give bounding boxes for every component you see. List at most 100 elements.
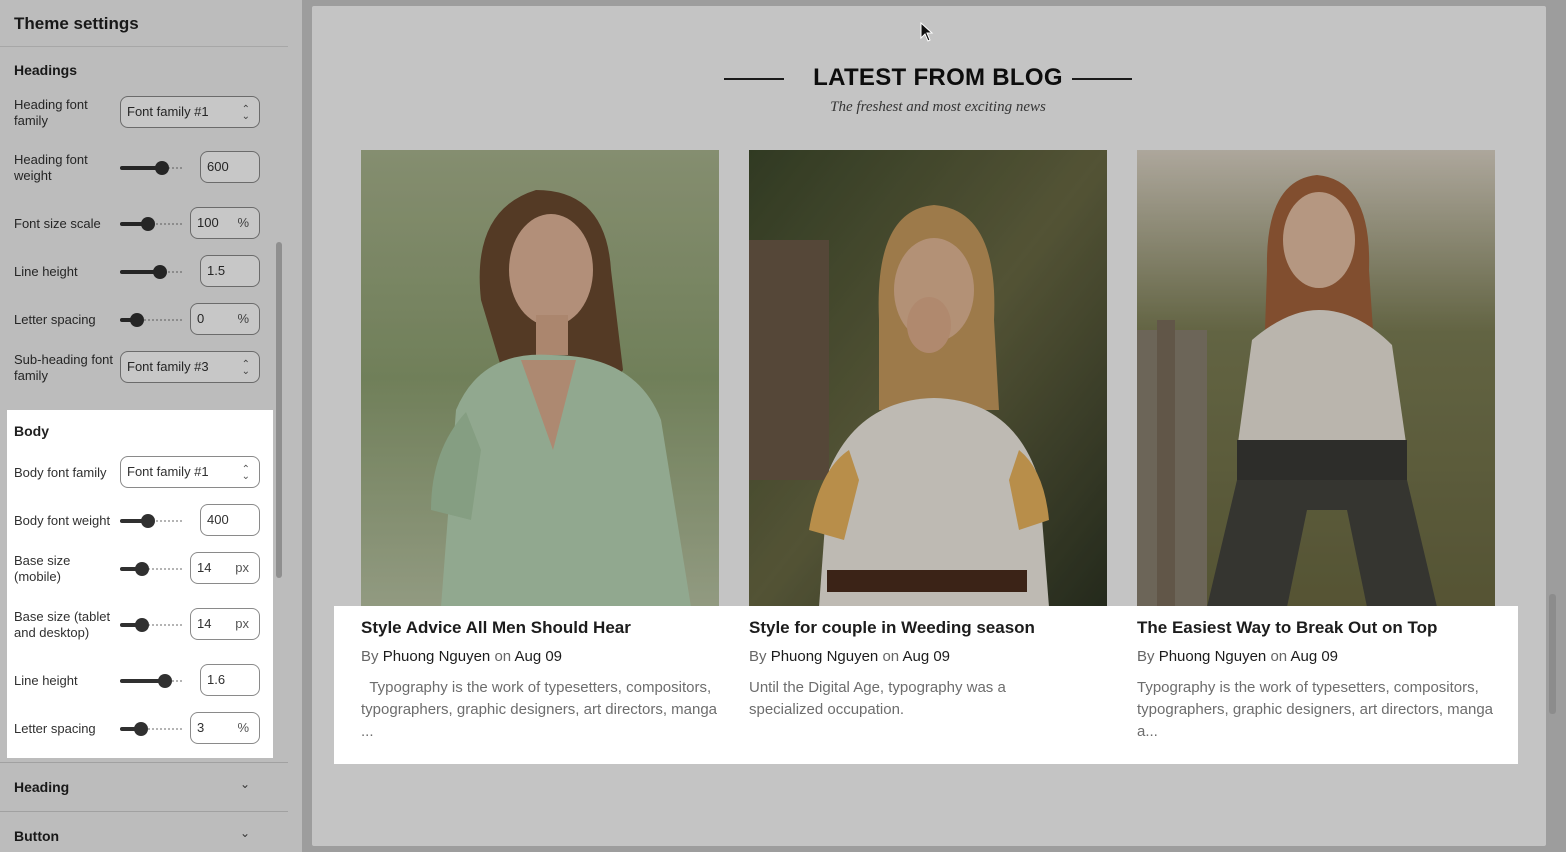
body-settings-panel: Body Body font family Font family #1 ⌃ ⌄ … (7, 410, 273, 758)
blog-post-meta: By Phuong Nguyen on Aug 09 (361, 648, 562, 665)
body-line-height-input[interactable]: 1.6 (200, 664, 260, 696)
heading-rule-right (1072, 78, 1132, 80)
base-size-desktop-input[interactable]: 14 px (190, 608, 260, 640)
base-size-mobile-label: Base size (mobile) (14, 553, 71, 584)
input-value: 1.5 (207, 263, 226, 278)
body-letter-spacing-input[interactable]: 3% (190, 712, 260, 744)
slider-thumb[interactable] (157, 674, 172, 688)
body-font-family-label: Body font family (14, 465, 107, 480)
slider-thumb[interactable] (155, 161, 170, 175)
post-date: Aug 09 (1290, 648, 1339, 665)
base-size-desktop-label: Base size (tablet and desktop) (14, 609, 111, 640)
post-date: Aug 09 (514, 648, 563, 665)
theme-settings-sidebar: Theme settings Headings Heading font fam… (0, 0, 302, 852)
heading-font-weight-label: Heading font weight (14, 152, 88, 183)
font-size-scale-input[interactable]: 100% (190, 207, 260, 239)
headings-section-title: Headings (14, 62, 78, 78)
blog-post-excerpt: Typography is the work of typesetters, c… (361, 679, 722, 740)
base-size-mobile-slider[interactable] (120, 562, 182, 576)
font-size-scale-slider[interactable] (120, 217, 182, 231)
heading-collapsible-section[interactable]: Heading ⌄ (0, 762, 288, 811)
blog-section-subtitle: The freshest and most exciting news (830, 99, 1046, 115)
slider-thumb[interactable] (140, 514, 155, 528)
sidebar-scrollbar[interactable] (276, 242, 282, 578)
heading-font-family-select[interactable]: Font family #1 ⌃ ⌄ (120, 96, 260, 128)
base-size-desktop-slider[interactable] (120, 618, 182, 632)
divider (0, 46, 288, 47)
blog-post-title[interactable]: The Easiest Way to Break Out on Top (1137, 618, 1437, 638)
heading-line-height-row: Line height 1.5 (14, 255, 260, 289)
blog-post-image-1[interactable] (361, 150, 719, 607)
slider-thumb[interactable] (134, 562, 149, 576)
body-font-weight-row: Body font weight 400 (14, 504, 260, 538)
body-font-weight-input[interactable]: 400 (200, 504, 260, 536)
slider-thumb[interactable] (134, 618, 149, 632)
heading-letter-spacing-label: Letter spacing (14, 312, 96, 327)
input-value: 3 (197, 720, 205, 735)
body-line-height-label: Line height (14, 673, 78, 688)
chevron-down-icon: ⌄ (239, 777, 250, 791)
blog-post-meta: By Phuong Nguyen on Aug 09 (749, 648, 950, 665)
by-label: By (1137, 648, 1155, 665)
input-value: 14 (197, 616, 212, 631)
by-label: By (361, 648, 379, 665)
body-font-weight-label: Body font weight (14, 513, 111, 528)
photo-woman-green-dress (361, 150, 719, 607)
blog-cards-text-panel: Style Advice All Men Should Hear By Phuo… (334, 606, 1518, 764)
on-label: on (882, 648, 900, 665)
unit-label: % (237, 311, 249, 326)
photo-woman-on-fence (1137, 150, 1495, 607)
on-label: on (1270, 648, 1288, 665)
base-size-mobile-input[interactable]: 14 px (190, 552, 260, 584)
post-date: Aug 09 (902, 648, 951, 665)
blog-post-excerpt: Typography is the work of typesetters, c… (1137, 679, 1494, 740)
body-font-weight-slider[interactable] (120, 514, 182, 528)
unit-label: px (235, 560, 249, 575)
body-font-family-select[interactable]: Font family #1 ⌃ ⌄ (120, 456, 260, 488)
slider-thumb[interactable] (140, 217, 155, 231)
button-section-label: Button (14, 828, 60, 844)
unit-label: px (235, 616, 249, 631)
base-size-desktop-row: Base size (tablet and desktop) 14 px (14, 608, 260, 642)
body-letter-spacing-slider[interactable] (120, 722, 182, 736)
blog-post-title[interactable]: Style for couple in Weeding season (749, 618, 1035, 638)
blog-post-title[interactable]: Style Advice All Men Should Hear (361, 618, 631, 638)
body-section-title: Body (14, 423, 49, 439)
input-value: 100 (197, 215, 219, 230)
heading-font-weight-slider[interactable] (120, 161, 182, 175)
subheading-font-family-select[interactable]: Font family #3 ⌃ ⌄ (120, 351, 260, 383)
heading-font-family-label: Heading font family (14, 97, 88, 128)
sidebar-title: Theme settings (14, 14, 139, 33)
slider-thumb[interactable] (153, 265, 168, 279)
blog-post-image-2[interactable] (749, 150, 1107, 607)
heading-font-family-row: Heading font family Font family #1 ⌃ ⌄ (14, 96, 260, 130)
input-value: 1.6 (207, 672, 226, 687)
chevron-down-icon: ⌄ (239, 826, 250, 840)
heading-line-height-input[interactable]: 1.5 (200, 255, 260, 287)
body-line-height-row: Line height 1.6 (14, 664, 260, 698)
heading-letter-spacing-row: Letter spacing 0% (14, 303, 260, 337)
heading-letter-spacing-slider[interactable] (120, 313, 182, 327)
heading-section-label: Heading (14, 779, 70, 795)
preview-scrollbar[interactable] (1549, 594, 1556, 714)
author-name: Phuong Nguyen (382, 648, 491, 665)
photo-woman-white-tee (749, 150, 1107, 607)
body-letter-spacing-label: Letter spacing (14, 721, 96, 736)
on-label: on (494, 648, 512, 665)
select-value: Font family #1 (127, 464, 209, 479)
button-collapsible-section[interactable]: Button ⌄ (0, 811, 288, 852)
slider-thumb[interactable] (129, 313, 144, 327)
unit-label: % (237, 720, 249, 735)
blog-post-image-3[interactable] (1137, 150, 1495, 607)
base-size-mobile-row: Base size (mobile) 14 px (14, 552, 260, 586)
heading-font-weight-input[interactable]: 600 (200, 151, 260, 183)
input-value: 14 (197, 560, 212, 575)
input-value: 400 (207, 512, 229, 527)
body-line-height-slider[interactable] (120, 674, 182, 688)
blog-post-excerpt: Until the Digital Age, typography was a … (749, 679, 1006, 718)
select-value: Font family #3 (127, 359, 209, 374)
heading-letter-spacing-input[interactable]: 0% (190, 303, 260, 335)
heading-line-height-slider[interactable] (120, 265, 182, 279)
slider-thumb[interactable] (134, 722, 149, 736)
unit-label: % (237, 215, 249, 230)
